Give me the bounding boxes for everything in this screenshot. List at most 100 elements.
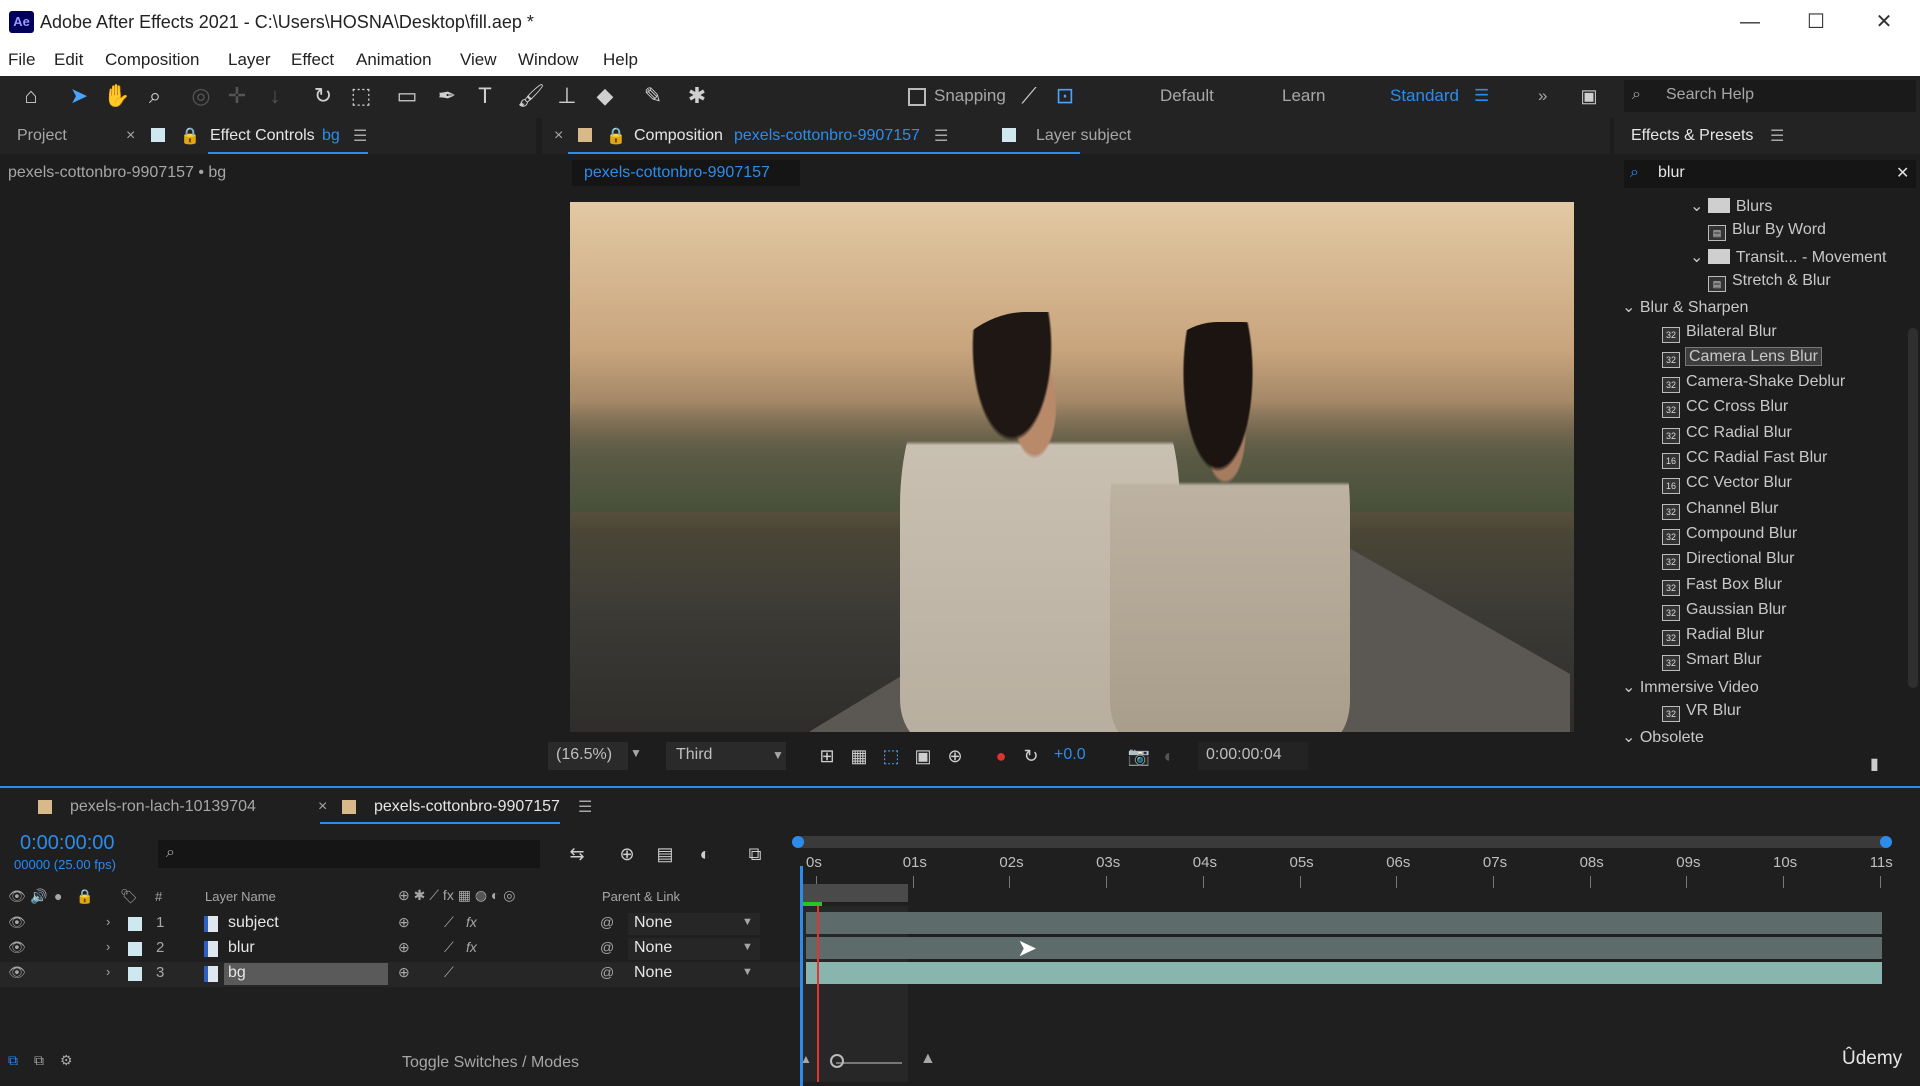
current-time-display[interactable]: 0:00:00:04 bbox=[1198, 742, 1308, 770]
sync-settings-icon[interactable]: ▣ bbox=[1574, 80, 1604, 112]
tab-project[interactable]: Project bbox=[17, 127, 67, 145]
menu-composition[interactable]: Composition bbox=[105, 50, 200, 70]
shy-switch-icon[interactable]: ⊕ bbox=[398, 939, 410, 956]
region-of-interest-icon[interactable]: ▣ bbox=[908, 740, 938, 772]
grid-guides-icon[interactable]: ⊕ bbox=[940, 740, 970, 772]
layer-bar-blur[interactable] bbox=[806, 937, 1882, 959]
zoom-slider-handle[interactable] bbox=[830, 1054, 844, 1068]
navigator-start-handle[interactable] bbox=[792, 836, 804, 848]
effects-scrollbar[interactable] bbox=[1908, 328, 1918, 688]
menu-edit[interactable]: Edit bbox=[54, 50, 83, 70]
effects-list-item[interactable]: ▤ Stretch & Blur bbox=[1708, 272, 1831, 297]
search-help-field[interactable]: ⌕ Search Help bbox=[1624, 80, 1916, 112]
chevron-down-icon[interactable]: ⌄ bbox=[1690, 249, 1708, 266]
hand-tool-icon[interactable]: ✋ bbox=[102, 80, 132, 112]
effects-list-item[interactable]: 32 CC Radial Blur bbox=[1662, 424, 1792, 449]
pan-behind-tool-icon[interactable]: ⬚ bbox=[346, 80, 376, 112]
tab-composition[interactable]: Composition bbox=[634, 127, 723, 145]
snapping-checkbox[interactable] bbox=[908, 88, 926, 106]
effects-list-item[interactable]: ▤ Blur By Word bbox=[1708, 221, 1826, 246]
draft-3d-icon[interactable]: ⊕ bbox=[612, 838, 642, 870]
layer-label-color[interactable] bbox=[128, 942, 142, 956]
layer-name[interactable]: bg bbox=[224, 963, 388, 985]
workspace-default[interactable]: Default bbox=[1160, 86, 1214, 106]
effects-list-item[interactable]: ⌄ Blurs bbox=[1690, 196, 1772, 221]
panel-menu-icon[interactable]: ☰ bbox=[934, 126, 948, 146]
snap-edges-icon[interactable]: ⟋ bbox=[1014, 80, 1044, 112]
pickwhip-icon[interactable]: @ bbox=[600, 964, 614, 980]
menu-file[interactable]: File bbox=[8, 50, 35, 70]
layer-name[interactable]: blur bbox=[224, 938, 388, 960]
effects-list-item[interactable]: ⌄ Transit... - Movement bbox=[1690, 247, 1886, 272]
time-ruler[interactable]: 0s 01s 02s 03s 04s 05s 06s 07s 08s 09s 10s 11s bbox=[796, 854, 1893, 888]
effects-list-item[interactable]: 32 Compound Blur bbox=[1662, 525, 1797, 550]
selection-tool-icon[interactable]: ➤ bbox=[64, 80, 94, 112]
chevron-down-icon[interactable]: ⌄ bbox=[1622, 299, 1640, 316]
rotation-tool-icon[interactable]: ↻ bbox=[308, 80, 338, 112]
graph-editor-icon[interactable]: ⧉ bbox=[740, 838, 770, 870]
channels-icon[interactable]: ● bbox=[986, 740, 1016, 772]
workspace-learn[interactable]: Learn bbox=[1282, 86, 1325, 106]
fx-switch-icon[interactable]: fx bbox=[466, 914, 477, 930]
rectangle-tool-icon[interactable]: ▭ bbox=[392, 80, 422, 112]
parent-select[interactable]: None bbox=[628, 913, 760, 935]
layer-row[interactable]: 👁 › 3 bg ⊕ ⟋ @ None ▼ bbox=[0, 962, 800, 987]
layer-bar-subject[interactable] bbox=[806, 912, 1882, 934]
quality-switch-icon[interactable]: ⟋ bbox=[444, 939, 454, 956]
maximize-icon[interactable]: ☐ bbox=[1796, 8, 1836, 36]
close-tab-icon[interactable]: × bbox=[554, 127, 563, 145]
eye-icon[interactable]: 👁 bbox=[8, 964, 26, 981]
effects-list-item[interactable]: 32 Channel Blur bbox=[1662, 500, 1779, 525]
effects-list-item[interactable]: ⌄ Obsolete bbox=[1622, 727, 1704, 752]
layer-label-color[interactable] bbox=[128, 967, 142, 981]
hide-shy-icon[interactable]: ▤ bbox=[650, 838, 680, 870]
zoom-tool-icon[interactable]: ⌕ bbox=[140, 80, 170, 112]
effects-list-item[interactable]: 32 Camera-Shake Deblur bbox=[1662, 373, 1845, 398]
composition-viewer[interactable] bbox=[570, 202, 1574, 732]
in-out-icon[interactable]: ⚙ bbox=[60, 1052, 73, 1069]
pickwhip-icon[interactable]: @ bbox=[600, 914, 614, 930]
expand-chevron-icon[interactable]: › bbox=[106, 939, 110, 954]
navigator-end-handle[interactable] bbox=[1880, 836, 1892, 848]
layer-name[interactable]: subject bbox=[224, 913, 388, 935]
fx-switch-icon[interactable]: fx bbox=[466, 939, 477, 955]
quality-switch-icon[interactable]: ⟋ bbox=[444, 964, 454, 981]
brush-tool-icon[interactable]: 🖌 bbox=[516, 80, 546, 112]
col-layer-name[interactable]: Layer Name bbox=[205, 889, 276, 904]
zoom-in-icon[interactable]: ▲ bbox=[920, 1050, 936, 1068]
clear-search-icon[interactable]: ✕ bbox=[1896, 163, 1909, 183]
layer-row[interactable]: 👁 › 1 subject ⊕ ⟋ fx @ None ▼ bbox=[0, 912, 800, 937]
show-snapshot-icon[interactable]: ◐ bbox=[1154, 740, 1184, 772]
pickwhip-icon[interactable]: @ bbox=[600, 939, 614, 955]
comp-mini-flowchart-icon[interactable]: ⇆ bbox=[562, 838, 592, 870]
layer-row[interactable]: 👁 › 2 blur ⊕ ⟋ fx @ None ▼ bbox=[0, 937, 800, 962]
effects-list-item[interactable]: 32 Fast Box Blur bbox=[1662, 576, 1782, 601]
menu-help[interactable]: Help bbox=[603, 50, 638, 70]
new-bin-icon[interactable]: ▮ bbox=[1870, 754, 1879, 774]
menu-view[interactable]: View bbox=[460, 50, 497, 70]
toggle-switches-modes[interactable]: Toggle Switches / Modes bbox=[402, 1054, 579, 1072]
tab-layer-subject[interactable]: Layer subject bbox=[1036, 127, 1131, 145]
time-navigator[interactable] bbox=[792, 836, 1892, 848]
effects-list-item[interactable]: 32 Gaussian Blur bbox=[1662, 601, 1787, 626]
minimize-icon[interactable]: — bbox=[1730, 8, 1770, 36]
chevron-down-icon[interactable]: ⌄ bbox=[1622, 679, 1640, 696]
snap-features-icon[interactable]: ⊡ bbox=[1050, 80, 1080, 112]
menu-layer[interactable]: Layer bbox=[228, 50, 271, 70]
lock-icon[interactable]: 🔒 bbox=[180, 126, 200, 146]
effects-list-item[interactable]: 16 CC Vector Blur bbox=[1662, 474, 1792, 499]
home-icon[interactable]: ⌂ bbox=[16, 80, 46, 112]
exposure-value[interactable]: +0.0 bbox=[1054, 746, 1086, 764]
close-tab-icon[interactable]: × bbox=[126, 127, 135, 145]
dolly-tool-icon[interactable]: ↓ bbox=[260, 80, 290, 112]
effects-list-item[interactable]: 32 Radial Blur bbox=[1662, 626, 1764, 651]
resolution-select[interactable]: Third bbox=[666, 742, 786, 770]
effects-list-item[interactable]: 32 CC Cross Blur bbox=[1662, 398, 1788, 423]
quality-switch-icon[interactable]: ⟋ bbox=[444, 914, 454, 931]
layer-search-field[interactable]: ⌕ bbox=[158, 840, 540, 868]
comp-name[interactable]: pexels-cottonbro-9907157 bbox=[734, 127, 920, 145]
snapshot-icon[interactable]: 📷 bbox=[1124, 740, 1154, 772]
close-tab-icon[interactable]: × bbox=[318, 798, 327, 816]
workspace-standard[interactable]: Standard bbox=[1390, 86, 1459, 106]
type-tool-icon[interactable]: T bbox=[470, 80, 500, 112]
